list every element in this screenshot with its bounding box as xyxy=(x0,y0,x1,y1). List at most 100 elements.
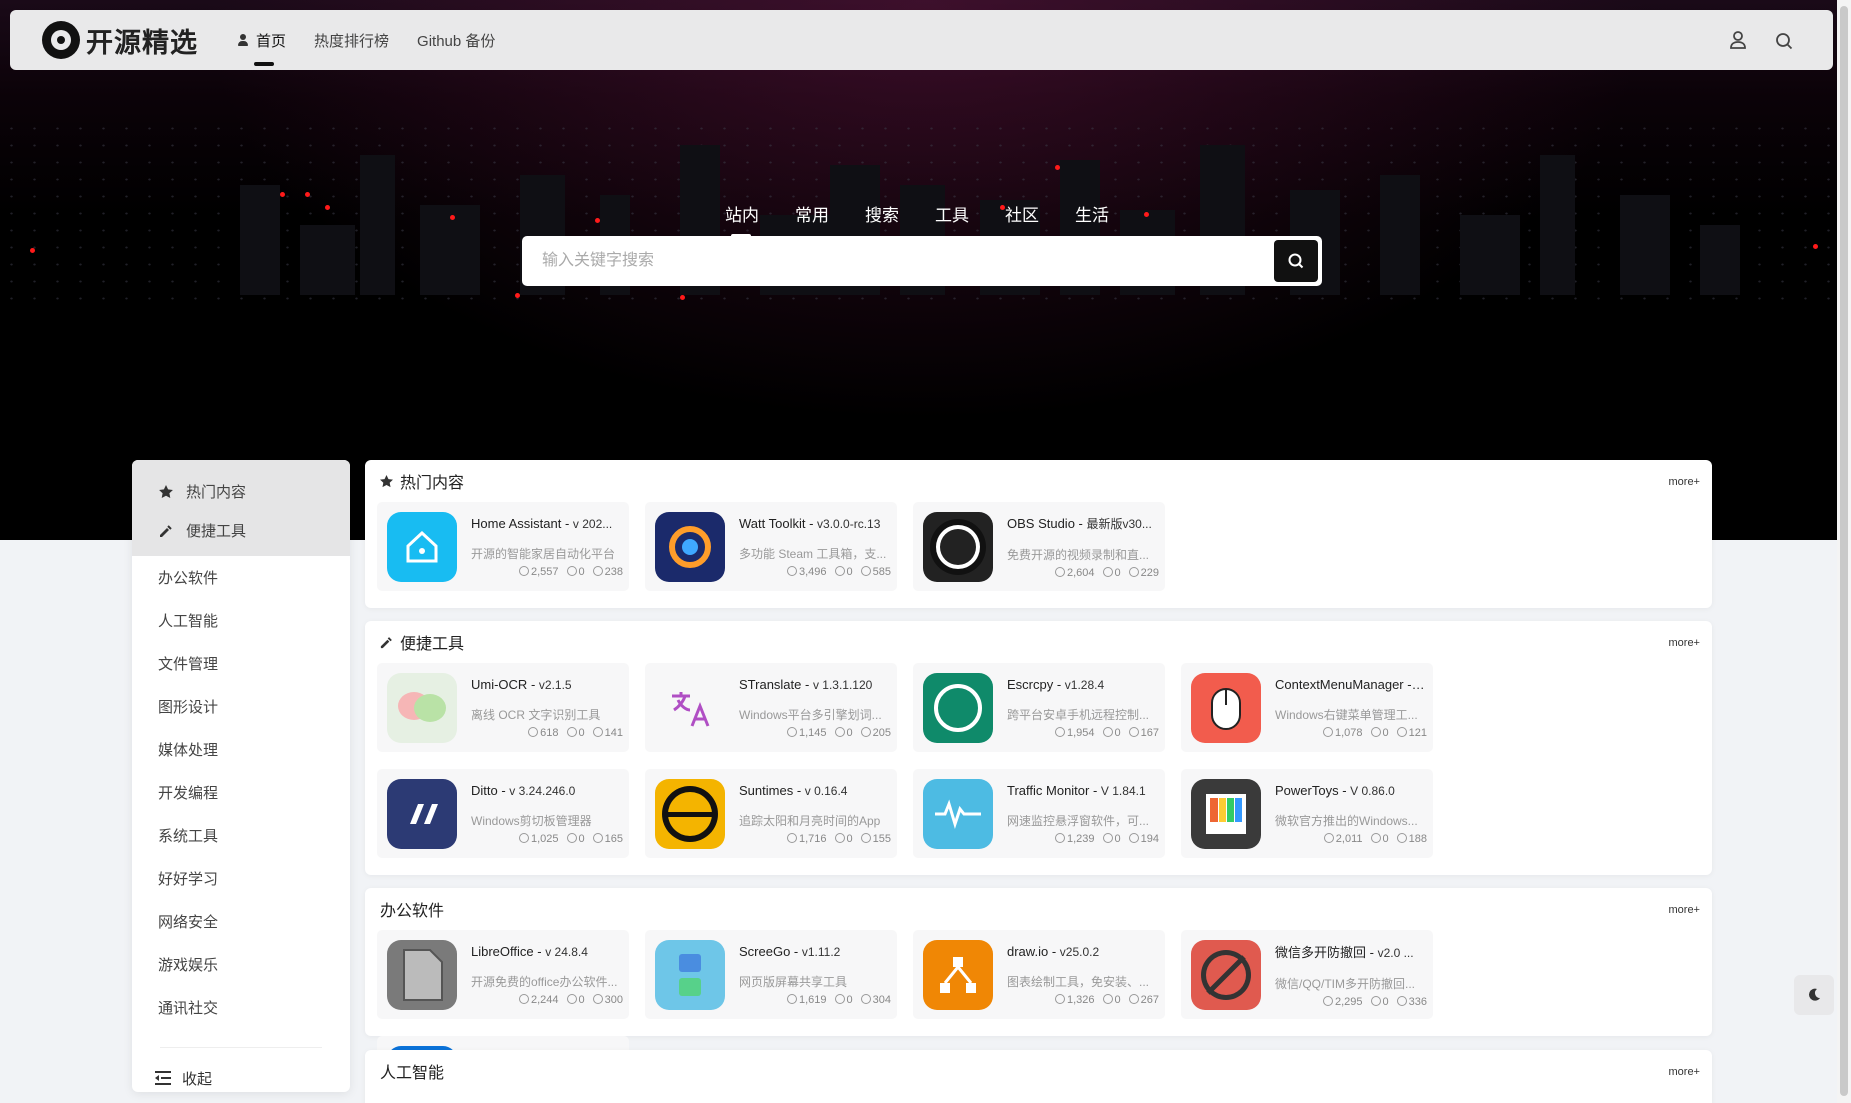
sidebar-item-games[interactable]: 游戏娱乐 xyxy=(132,943,350,986)
star-icon xyxy=(159,484,173,498)
card-title: draw.io - v25.0.2 xyxy=(1007,943,1100,959)
app-card[interactable]: Umi-OCR - v2.1.5 离线 OCR 文字识别工具 618 0 141 xyxy=(377,663,629,752)
sidebar-item-system[interactable]: 系统工具 xyxy=(132,814,350,857)
sidebar-item-dev[interactable]: 开发编程 xyxy=(132,771,350,814)
sidebar-item-tools[interactable]: 便捷工具 xyxy=(132,511,350,550)
nav-home[interactable]: 首页 xyxy=(238,10,286,70)
sidebar-item-ai[interactable]: 人工智能 xyxy=(132,599,350,642)
search-tab-common[interactable]: 常用 xyxy=(795,201,829,226)
site-logo[interactable]: 开源精选 xyxy=(42,21,198,60)
card-name: ScreeGo xyxy=(739,943,791,959)
person-icon xyxy=(238,34,248,46)
card-name: Traffic Monitor xyxy=(1007,782,1090,798)
card-stats: 2,557 0 238 xyxy=(471,566,623,578)
more-link[interactable]: more+ xyxy=(1669,1066,1701,1078)
views-count: 1,239 xyxy=(1055,833,1095,845)
search-tab-community[interactable]: 社区 xyxy=(1005,201,1039,226)
more-link[interactable]: more+ xyxy=(1669,904,1701,916)
sidebar-item-media[interactable]: 媒体处理 xyxy=(132,728,350,771)
card-name: draw.io xyxy=(1007,943,1049,959)
search-tab-life[interactable]: 生活 xyxy=(1075,201,1109,226)
red-light-dot xyxy=(680,295,685,300)
card-version: v 3.24.246.0 xyxy=(509,783,576,798)
comments-count: 121 xyxy=(1397,727,1427,739)
search-submit-button[interactable] xyxy=(1274,240,1318,282)
section-title: 人工智能 more+ xyxy=(365,1050,1712,1092)
app-card[interactable]: STranslate - v 1.3.1.120 Windows平台多引擎划词..… xyxy=(645,663,897,752)
likes-count: 0 xyxy=(1371,727,1389,739)
user-icon[interactable] xyxy=(1727,29,1749,51)
search-input[interactable] xyxy=(522,236,1274,286)
comments-count: 167 xyxy=(1129,727,1159,739)
nav-ranking[interactable]: 热度排行榜 xyxy=(314,10,389,70)
sidebar-item-security[interactable]: 网络安全 xyxy=(132,900,350,943)
app-card[interactable]: ContextMenuManager - v 3.5.0 Windows右键菜单管… xyxy=(1181,663,1433,752)
card-info: Umi-OCR - v2.1.5 离线 OCR 文字识别工具 618 0 141 xyxy=(471,677,623,739)
sidebar-item-graphics[interactable]: 图形设计 xyxy=(132,685,350,728)
stranslate-icon xyxy=(655,672,725,743)
card-version: v2.0 ... xyxy=(1377,945,1414,960)
more-link[interactable]: more+ xyxy=(1669,476,1701,488)
card-name: Suntimes xyxy=(739,782,794,798)
card-title: Umi-OCR - v2.1.5 xyxy=(471,676,572,692)
comments-count: 188 xyxy=(1397,833,1427,845)
section-2: 办公软件 more+ LibreOffice - v 24.8.4 开源免费的offi… xyxy=(365,888,1712,1103)
card-info: STranslate - v 1.3.1.120 Windows平台多引擎划词..… xyxy=(739,677,891,739)
search-tab-search[interactable]: 搜索 xyxy=(865,201,899,226)
sidebar-item-social[interactable]: 通讯社交 xyxy=(132,986,350,1029)
sidebar-collapse-button[interactable]: 收起 xyxy=(132,1058,350,1098)
sidebar-item-study[interactable]: 好好学习 xyxy=(132,857,350,900)
views-count: 2,604 xyxy=(1055,567,1095,579)
card-info: ContextMenuManager - v 3.5.0 Windows右键菜单管… xyxy=(1275,677,1427,739)
more-link[interactable]: more+ xyxy=(1669,637,1701,649)
nav-ranking-label: 热度排行榜 xyxy=(314,32,390,50)
page-scrollbar[interactable] xyxy=(1837,0,1851,1103)
app-card[interactable]: Home Assistant - v 202... 开源的智能家居自动化平台 2,5… xyxy=(377,502,629,591)
search-tab-tools[interactable]: 工具 xyxy=(935,201,969,226)
views-count: 1,326 xyxy=(1055,994,1095,1006)
search-icon[interactable] xyxy=(1773,29,1795,51)
app-card[interactable]: LibreOffice - v 24.8.4 开源免费的office办公软件...… xyxy=(377,930,629,1019)
sidebar-item-hot[interactable]: 热门内容 xyxy=(132,472,350,511)
app-card[interactable]: Ditto - v 3.24.246.0 Windows剪切板管理器 1,025 0 1… xyxy=(377,769,629,858)
pen-icon xyxy=(160,524,172,537)
card-title: Traffic Monitor - V 1.84.1 xyxy=(1007,782,1146,798)
section-title-text: 人工智能 xyxy=(380,1065,445,1082)
card-desc: 开源免费的office办公软件... xyxy=(471,974,618,989)
card-stats: 1,716 0 155 xyxy=(739,833,891,845)
app-card[interactable]: Escrcpy - v1.28.4 跨平台安卓手机远程控制... 1,954 0 167 xyxy=(913,663,1165,752)
theme-toggle-button[interactable] xyxy=(1794,975,1834,1015)
likes-count: 0 xyxy=(1371,833,1389,845)
red-light-dot xyxy=(595,218,600,223)
nav-github-backup[interactable]: Github 备份 xyxy=(417,10,495,70)
app-card[interactable]: Watt Toolkit - v3.0.0-rc.13 多功能 Steam 工具箱… xyxy=(645,502,897,591)
app-card[interactable]: PowerToys - V 0.86.0 微软官方推出的Windows... 2,0… xyxy=(1181,769,1433,858)
section-title-text: 热门内容 xyxy=(400,475,465,492)
app-card[interactable]: 微信多开防撤回 - v2.0 ... 微信/QQ/TIM多开防撤回... 2,295… xyxy=(1181,930,1433,1019)
sidebar-item-files[interactable]: 文件管理 xyxy=(132,642,350,685)
card-version: v1.28.4 xyxy=(1064,677,1105,692)
views-count: 2,295 xyxy=(1323,996,1363,1008)
card-stats: 1,239 0 194 xyxy=(1007,833,1159,845)
card-info: draw.io - v25.0.2 图表绘制工具，免安装、... 1,326 0 267 xyxy=(1007,944,1159,1006)
card-info: LibreOffice - v 24.8.4 开源免费的office办公软件...… xyxy=(471,944,623,1006)
app-card[interactable]: OBS Studio - 最新版v30... 免费开源的视频录制和直... 2,60… xyxy=(913,502,1165,591)
views-count: 1,025 xyxy=(519,833,559,845)
card-name: Umi-OCR xyxy=(471,676,528,692)
scrollbar-thumb[interactable] xyxy=(1840,6,1848,1096)
red-light-dot xyxy=(30,248,35,253)
app-card[interactable]: Traffic Monitor - V 1.84.1 网速监控悬浮窗软件，可...… xyxy=(913,769,1165,858)
app-card[interactable]: ScreeGo - v1.11.2 网页版屏幕共享工具 1,619 0 304 xyxy=(645,930,897,1019)
card-name: PowerToys xyxy=(1275,782,1339,798)
app-card[interactable]: Suntimes - v 0.16.4 追踪太阳和月亮时间的App 1,716 0 15… xyxy=(645,769,897,858)
card-title: Escrcpy - v1.28.4 xyxy=(1007,676,1105,692)
section-title: 便捷工具 more+ xyxy=(365,621,1712,663)
sidebar-divider xyxy=(160,1047,322,1048)
card-info: Traffic Monitor - V 1.84.1 网速监控悬浮窗软件，可...… xyxy=(1007,783,1159,845)
card-desc: 微软官方推出的Windows... xyxy=(1275,813,1418,828)
comments-count: 194 xyxy=(1129,833,1159,845)
sidebar-item-office[interactable]: 办公软件 xyxy=(132,556,350,599)
app-card[interactable]: draw.io - v25.0.2 图表绘制工具，免安装、... 1,326 0 267 xyxy=(913,930,1165,1019)
search-tab-site[interactable]: 站内 xyxy=(725,201,759,238)
building xyxy=(1380,175,1420,295)
